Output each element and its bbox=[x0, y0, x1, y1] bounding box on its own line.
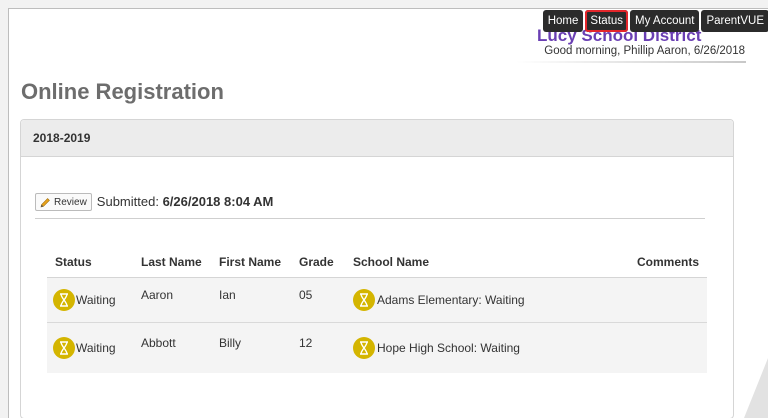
page-title: Online Registration bbox=[21, 79, 224, 104]
last-name-cell: Abbott bbox=[133, 323, 211, 374]
school-text: Hope High School: Waiting bbox=[377, 341, 520, 355]
first-name-cell: Billy bbox=[211, 323, 291, 374]
last-name-text: Abbott bbox=[141, 336, 176, 350]
grade-text: 12 bbox=[299, 336, 313, 350]
hourglass-icon bbox=[353, 337, 375, 359]
school-cell: Adams Elementary: Waiting bbox=[345, 277, 601, 323]
last-name-text: Aaron bbox=[141, 288, 174, 302]
review-button[interactable]: Review bbox=[35, 193, 92, 211]
status-cell: Waiting bbox=[47, 277, 133, 323]
last-name-cell: Aaron bbox=[133, 277, 211, 323]
greeting-text: Good morning, Phillip Aaron, 6/26/2018 bbox=[544, 45, 745, 57]
nav-parentvue-button[interactable]: ParentVUE bbox=[701, 10, 768, 32]
header-divider bbox=[516, 61, 746, 63]
top-nav: Home Status My Account ParentVUE bbox=[542, 10, 768, 32]
first-name-text: Billy bbox=[219, 336, 242, 350]
submitted-datetime: 6/26/2018 8:04 AM bbox=[162, 194, 274, 209]
hourglass-icon bbox=[53, 337, 75, 359]
submitted-info: Submitted: 6/26/2018 8:04 AM bbox=[97, 192, 274, 212]
status-text: Waiting bbox=[76, 293, 116, 307]
decorative-corner bbox=[744, 358, 768, 418]
table-header-row: Status Last Name First Name Grade School… bbox=[47, 246, 707, 278]
registration-table: Status Last Name First Name Grade School… bbox=[47, 246, 707, 373]
review-button-label: Review bbox=[54, 196, 87, 208]
hourglass-icon bbox=[353, 289, 375, 311]
registration-panel: 2018-2019 Review Submitted: 6/26/2018 8:… bbox=[20, 119, 734, 418]
grade-cell: 12 bbox=[291, 323, 345, 374]
col-last-name: Last Name bbox=[133, 246, 211, 278]
submitted-label: Submitted: bbox=[96, 194, 159, 209]
col-first-name: First Name bbox=[211, 246, 291, 278]
col-school-name: School Name bbox=[345, 246, 601, 278]
nav-home-button[interactable]: Home bbox=[542, 10, 584, 32]
table-row[interactable]: Waiting Abbott Billy 12 Hope High School… bbox=[47, 323, 707, 374]
comments-cell bbox=[600, 277, 707, 323]
comments-cell bbox=[601, 323, 707, 374]
first-name-cell: Ian bbox=[211, 277, 291, 323]
nav-status-button[interactable]: Status bbox=[585, 10, 629, 32]
first-name-text: Ian bbox=[219, 288, 236, 302]
submission-row: Review Submitted: 6/26/2018 8:04 AM bbox=[35, 192, 705, 219]
col-comments: Comments bbox=[600, 246, 707, 278]
grade-text: 05 bbox=[299, 288, 313, 302]
table-row[interactable]: Waiting Aaron Ian 05 Adams Elementary: W… bbox=[47, 277, 707, 323]
hourglass-icon bbox=[53, 289, 75, 311]
school-text: Adams Elementary: Waiting bbox=[377, 293, 525, 307]
app-frame: Lucy School District Home Status My Acco… bbox=[8, 8, 768, 418]
col-status: Status bbox=[47, 246, 133, 278]
status-cell: Waiting bbox=[47, 323, 133, 374]
header: Lucy School District Home Status My Acco… bbox=[9, 9, 768, 69]
col-grade: Grade bbox=[291, 246, 345, 278]
school-cell: Hope High School: Waiting bbox=[345, 323, 601, 374]
grade-cell: 05 bbox=[291, 277, 345, 323]
school-year-heading: 2018-2019 bbox=[21, 120, 733, 157]
status-text: Waiting bbox=[76, 341, 116, 355]
pencil-icon bbox=[40, 197, 50, 207]
nav-my-account-button[interactable]: My Account bbox=[630, 10, 700, 32]
